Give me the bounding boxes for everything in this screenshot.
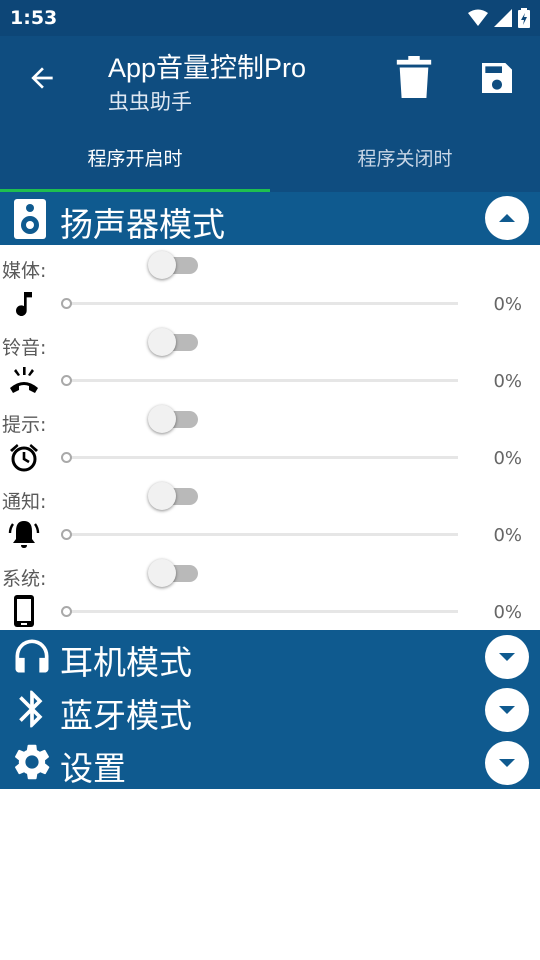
alarm-value: 0% xyxy=(493,448,522,469)
status-time: 1:53 xyxy=(10,7,58,29)
tab-program-on[interactable]: 程序开启时 xyxy=(0,122,270,192)
collapsed-sections: 耳机模式 蓝牙模式 设置 xyxy=(0,630,540,789)
section-headphone-title: 耳机模式 xyxy=(60,643,192,682)
section-settings[interactable]: 设置 xyxy=(0,736,540,789)
battery-icon xyxy=(518,8,530,28)
media-label: 媒体: xyxy=(2,260,47,282)
system-slider[interactable] xyxy=(66,610,458,613)
music-note-icon xyxy=(16,292,32,317)
notification-label: 通知: xyxy=(2,491,47,513)
chevron-up-icon xyxy=(499,214,515,222)
section-bluetooth[interactable]: 蓝牙模式 xyxy=(0,683,540,736)
status-icons xyxy=(468,8,530,28)
section-speaker-title: 扬声器模式 xyxy=(60,205,225,244)
media-slider[interactable] xyxy=(66,302,458,305)
delete-icon[interactable] xyxy=(396,56,432,98)
alarm-label: 提示: xyxy=(2,414,47,436)
save-icon[interactable] xyxy=(477,58,517,98)
alarm-switch-knob[interactable] xyxy=(148,405,176,433)
wifi-icon xyxy=(468,9,488,26)
ringtone-slider[interactable] xyxy=(66,379,458,382)
system-value: 0% xyxy=(493,602,522,623)
expand-headphone-button[interactable] xyxy=(485,635,529,679)
notification-value: 0% xyxy=(493,525,522,546)
app-bar: App音量控制Pro 虫虫助手 xyxy=(0,36,540,122)
smartphone-icon xyxy=(14,595,34,627)
system-label: 系统: xyxy=(2,568,47,590)
status-bar: 1:53 xyxy=(0,0,540,36)
notification-switch-knob[interactable] xyxy=(148,482,176,510)
chevron-down-icon xyxy=(499,706,515,714)
back-arrow-icon[interactable] xyxy=(26,62,58,94)
chevron-down-icon xyxy=(499,759,515,767)
media-value: 0% xyxy=(493,294,522,315)
headphones-icon xyxy=(15,639,49,673)
system-slider-thumb[interactable] xyxy=(61,606,72,617)
alarm-slider-thumb[interactable] xyxy=(61,452,72,463)
media-switch-knob[interactable] xyxy=(148,251,176,279)
signal-icon xyxy=(494,9,512,27)
section-bluetooth-title: 蓝牙模式 xyxy=(60,696,192,735)
gear-icon xyxy=(15,744,50,780)
expand-settings-button[interactable] xyxy=(485,741,529,785)
alarm-clock-icon xyxy=(10,444,38,472)
bell-icon xyxy=(8,521,40,548)
ringtone-slider-thumb[interactable] xyxy=(61,375,72,386)
media-slider-thumb[interactable] xyxy=(61,298,72,309)
chevron-down-icon xyxy=(499,653,515,661)
alarm-slider[interactable] xyxy=(66,456,458,459)
ringtone-value: 0% xyxy=(493,371,522,392)
ringtone-switch-knob[interactable] xyxy=(148,328,176,356)
speaker-icon xyxy=(14,199,46,239)
notification-slider-thumb[interactable] xyxy=(61,529,72,540)
section-settings-title: 设置 xyxy=(60,749,126,788)
app-title: App音量控制Pro xyxy=(108,53,307,83)
phone-ring-icon xyxy=(10,367,38,393)
section-speaker[interactable]: 扬声器模式 xyxy=(0,192,540,245)
tab-bar: 程序开启时 程序关闭时 xyxy=(0,122,540,192)
expand-bluetooth-button[interactable] xyxy=(485,688,529,732)
section-headphone[interactable]: 耳机模式 xyxy=(0,630,540,683)
tab-program-off[interactable]: 程序关闭时 xyxy=(270,122,540,192)
app-subtitle: 虫虫助手 xyxy=(108,90,192,114)
ringtone-label: 铃音: xyxy=(2,337,47,359)
notification-slider[interactable] xyxy=(66,533,458,536)
collapse-button[interactable] xyxy=(485,196,529,240)
bluetooth-icon xyxy=(19,690,43,728)
system-switch-knob[interactable] xyxy=(148,559,176,587)
